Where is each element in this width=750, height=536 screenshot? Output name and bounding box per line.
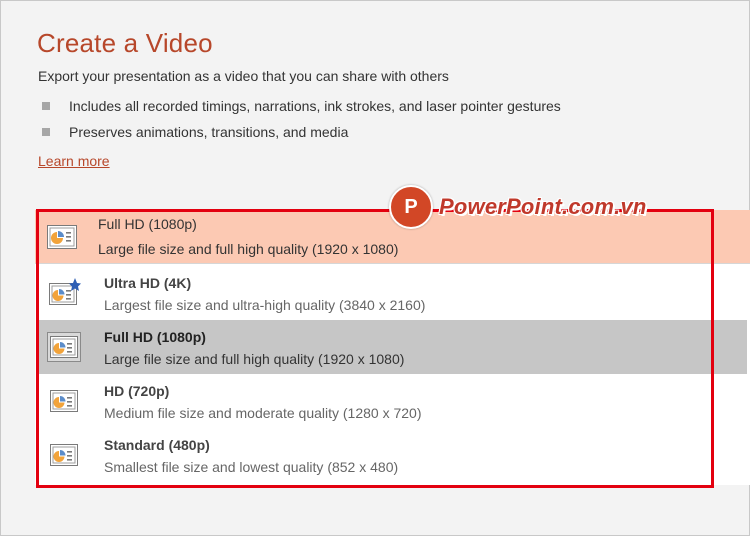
option-description: Medium file size and moderate quality (1… [104,405,422,421]
option-hd[interactable]: HD (720p) Medium file size and moderate … [39,374,747,428]
bullet-square-icon [42,128,50,136]
slide-video-icon [47,332,81,362]
option-description: Largest file size and ultra-high quality… [104,297,426,313]
option-description: Smallest file size and lowest quality (8… [104,459,399,475]
option-title: Ultra HD (4K) [104,275,192,291]
option-description: Large file size and full high quality (1… [104,351,405,367]
powerpoint-logo-icon: P [389,185,433,229]
option-full-hd[interactable]: Full HD (1080p) Large file size and full… [39,320,747,374]
slide-video-icon [45,222,79,257]
quality-options-list: Ultra HD (4K) Largest file size and ultr… [35,263,750,485]
option-title: Full HD (1080p) [104,329,206,345]
option-standard[interactable]: Standard (480p) Smallest file size and l… [39,428,747,482]
slide-video-star-icon [47,278,81,308]
learn-more-link[interactable]: Learn more [38,153,110,169]
feature-text: Includes all recorded timings, narration… [69,98,561,114]
slide-video-icon [47,386,81,416]
feature-list-item: Includes all recorded timings, narration… [42,93,561,119]
selected-quality-description: Large file size and full high quality (1… [98,241,399,257]
option-ultra-hd[interactable]: Ultra HD (4K) Largest file size and ultr… [39,266,747,320]
option-title: Standard (480p) [104,437,210,453]
feature-list-item: Preserves animations, transitions, and m… [42,119,561,145]
powerpoint-watermark-logo: P PowerPoint.com.vn [389,184,647,230]
bullet-square-icon [42,102,50,110]
watermark-text: PowerPoint.com.vn [439,194,647,219]
feature-list: Includes all recorded timings, narration… [42,93,561,145]
feature-text: Preserves animations, transitions, and m… [69,124,349,140]
page-title: Create a Video [37,28,213,58]
page-subtitle: Export your presentation as a video that… [38,68,449,84]
selected-quality-title: Full HD (1080p) [98,216,197,232]
option-title: HD (720p) [104,383,170,399]
slide-video-icon [47,440,81,470]
